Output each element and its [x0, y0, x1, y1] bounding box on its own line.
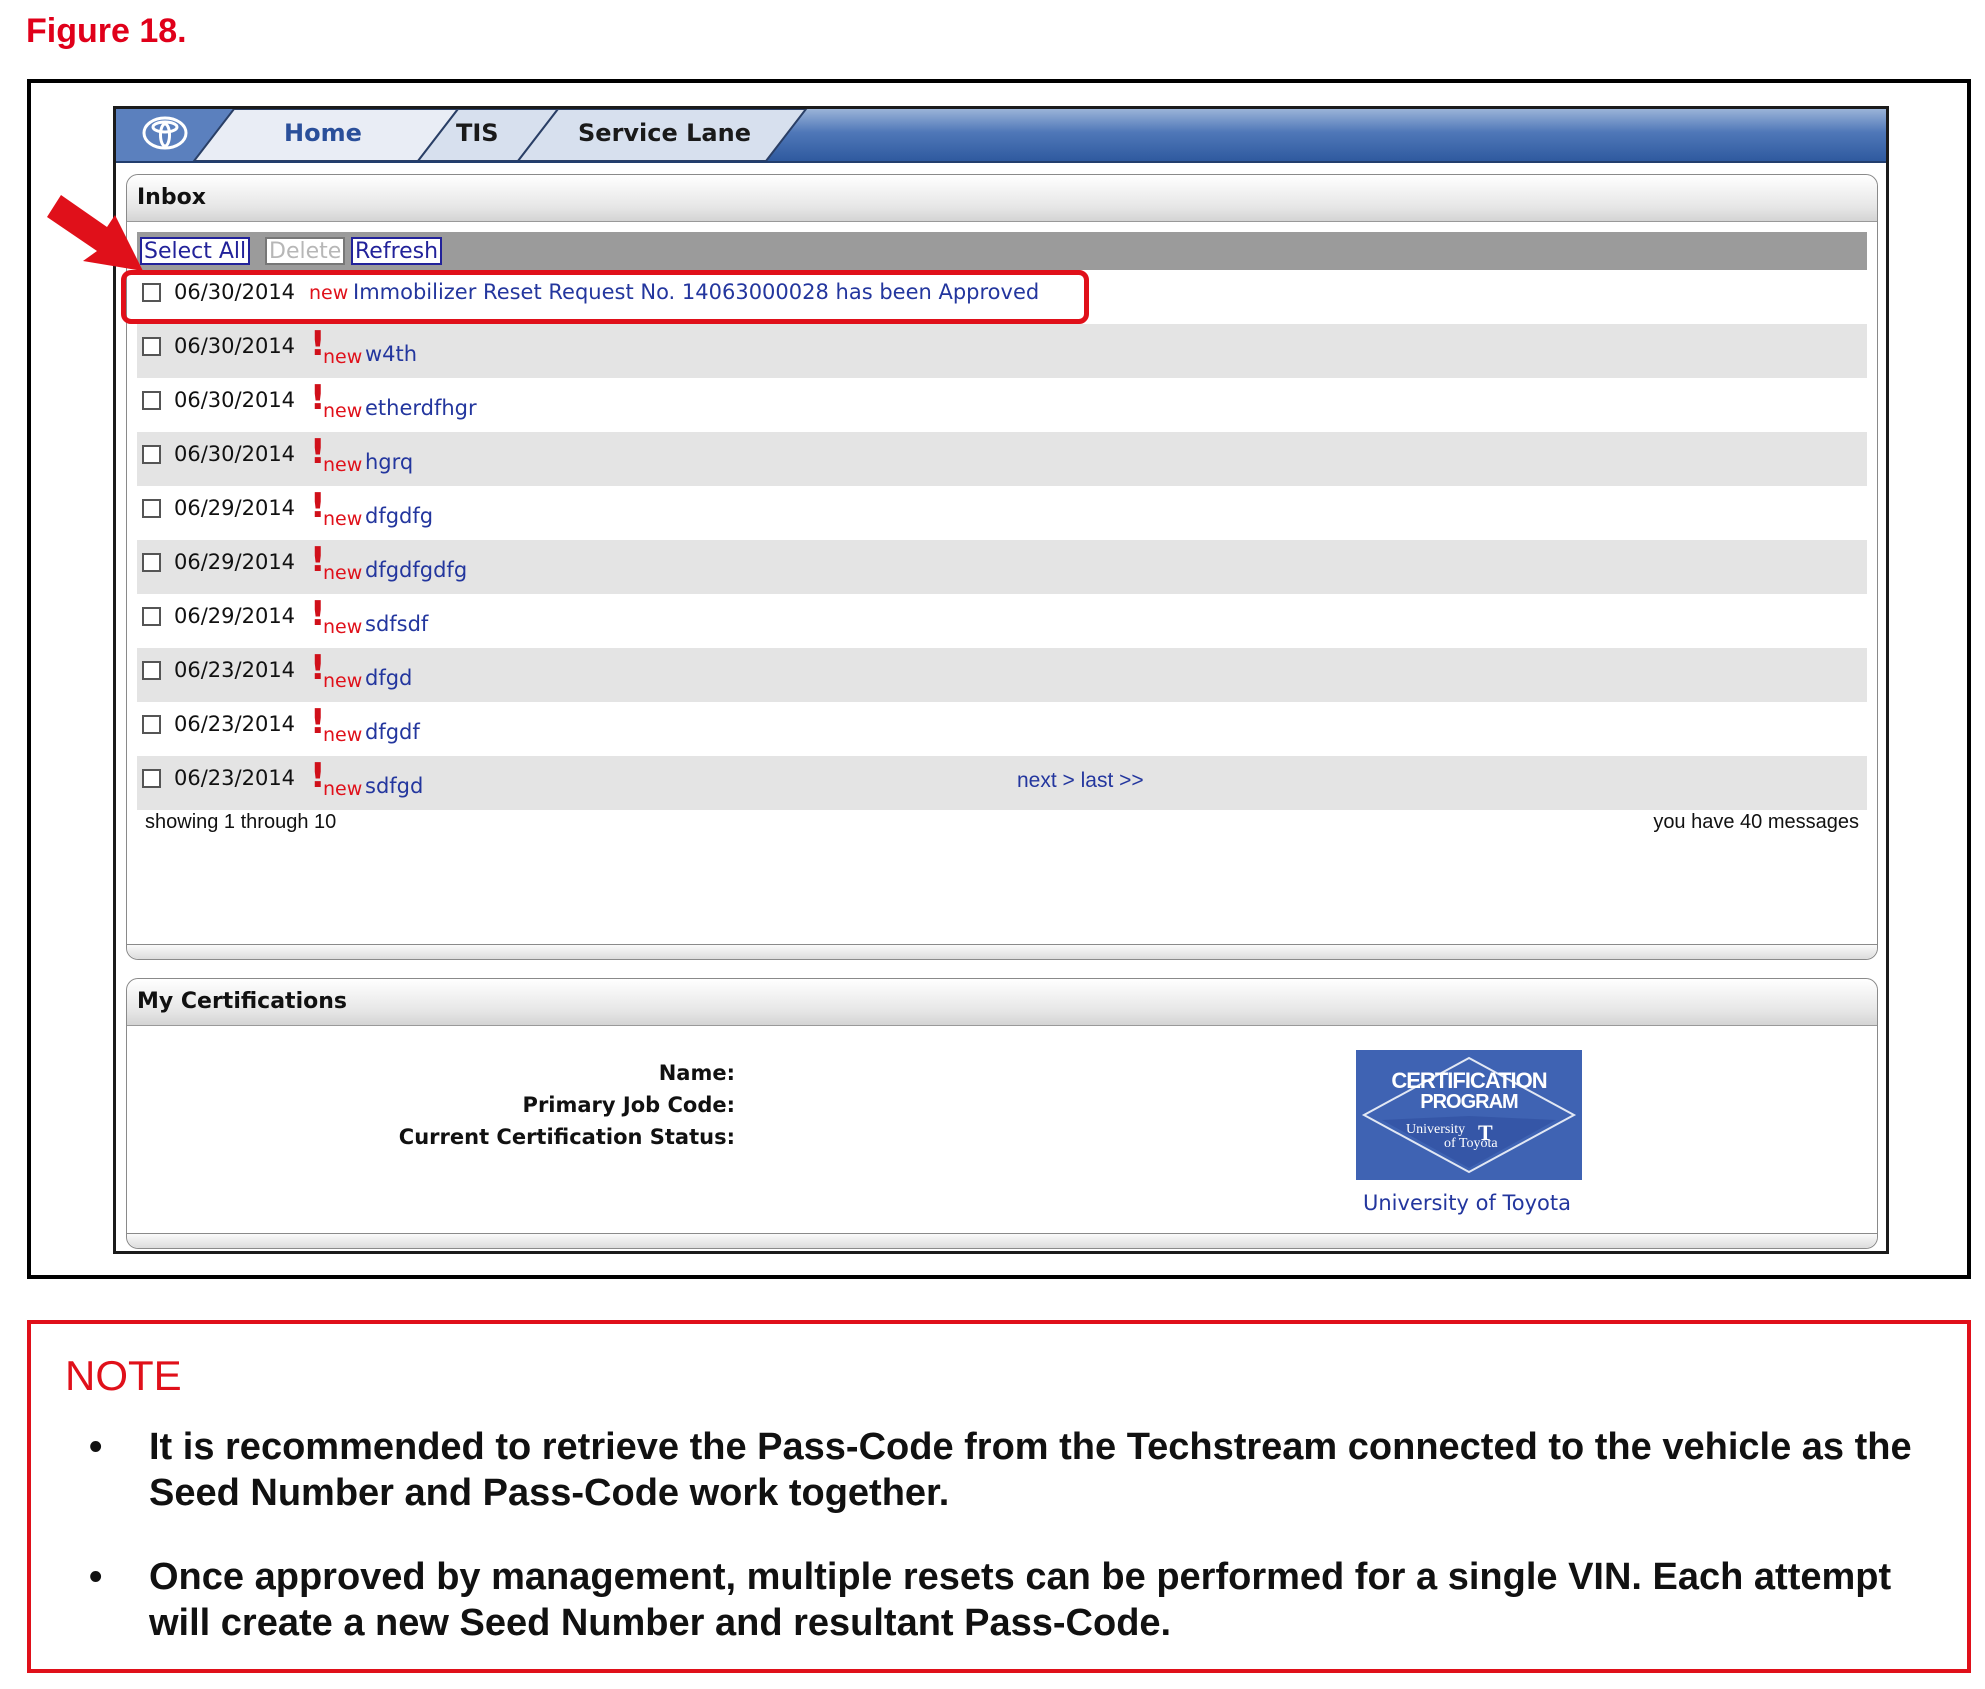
message-date: 06/30/2014 — [174, 388, 296, 412]
message-subject-link[interactable]: dfgdfg — [365, 504, 433, 528]
message-checkbox[interactable] — [142, 661, 161, 680]
inbox-panel-footer — [127, 944, 1877, 959]
new-badge: new — [323, 670, 363, 692]
nav-tab-shapes — [116, 109, 808, 161]
note-item: • Once approved by management, multiple … — [89, 1554, 1949, 1646]
note-box: NOTE • It is recommended to retrieve the… — [27, 1320, 1971, 1673]
message-checkbox[interactable] — [142, 769, 161, 788]
new-badge: new — [323, 454, 363, 476]
message-row[interactable]: 06/29/2014 ! new dfgdfgdfg — [137, 540, 1867, 594]
note-title: NOTE — [65, 1352, 182, 1399]
message-row[interactable]: 06/29/2014 ! new sdfsdf — [137, 594, 1867, 648]
new-badge: new — [323, 400, 363, 422]
message-checkbox[interactable] — [142, 499, 161, 518]
message-row[interactable]: 06/30/2014 ! new etherdfhgr — [137, 378, 1867, 432]
logo-program-text: PROGRAM — [1420, 1091, 1518, 1113]
message-row[interactable]: 06/30/2014 ! new w4th — [137, 324, 1867, 378]
message-date: 06/23/2014 — [174, 766, 296, 790]
message-row[interactable]: 06/23/2014 ! new dfgdf — [137, 702, 1867, 756]
new-badge: new — [323, 346, 363, 368]
message-checkbox[interactable] — [142, 391, 161, 410]
logo-of-toyota-text: of Toyota — [1444, 1136, 1498, 1151]
message-checkbox[interactable] — [142, 445, 161, 464]
app-window: Home TIS Service Lane Inbox Select All D… — [113, 106, 1889, 1254]
message-subject-link[interactable]: dfgdfgdfg — [365, 558, 467, 582]
new-badge: new — [323, 508, 363, 530]
university-of-toyota-link[interactable]: University of Toyota — [1363, 1191, 1571, 1215]
message-date: 06/29/2014 — [174, 550, 296, 574]
inbox-toolbar: Select All Delete Refresh — [137, 232, 1867, 270]
message-subject-link[interactable]: w4th — [365, 342, 417, 366]
logo-certification-text: CERTIFICATION — [1391, 1068, 1547, 1093]
message-subject-link[interactable]: dfgd — [365, 666, 412, 690]
message-checkbox[interactable] — [142, 607, 161, 626]
message-row[interactable]: 06/23/2014 ! new sdfgd — [137, 756, 1867, 810]
bullet-icon: • — [89, 1426, 103, 1468]
message-date: 06/23/2014 — [174, 712, 296, 736]
message-subject-link[interactable]: etherdfhgr — [365, 396, 477, 420]
highlight-box — [121, 270, 1089, 324]
message-count: you have 40 messages — [1653, 811, 1859, 833]
certifications-panel: My Certifications Name: Primary Job Code… — [126, 978, 1878, 1249]
screenshot-frame: Home TIS Service Lane Inbox Select All D… — [27, 79, 1971, 1279]
message-checkbox[interactable] — [142, 553, 161, 572]
message-date: 06/29/2014 — [174, 604, 296, 628]
toyota-logo-icon[interactable] — [142, 115, 188, 151]
certifications-panel-footer — [127, 1233, 1877, 1248]
message-date: 06/30/2014 — [174, 334, 296, 358]
message-row[interactable]: 06/30/2014 ! new hgrq — [137, 432, 1867, 486]
tab-service-lane[interactable]: Service Lane — [578, 119, 751, 147]
top-nav: Home TIS Service Lane — [116, 109, 1886, 163]
new-badge: new — [323, 616, 363, 638]
message-checkbox[interactable] — [142, 715, 161, 734]
red-arrow-icon — [47, 195, 143, 271]
new-badge: new — [323, 562, 363, 584]
message-subject-link[interactable]: sdfsdf — [365, 612, 428, 636]
message-checkbox[interactable] — [142, 337, 161, 356]
tab-tis[interactable]: TIS — [456, 119, 499, 147]
certifications-title: My Certifications — [127, 979, 1877, 1026]
new-badge: new — [323, 778, 363, 800]
note-item: • It is recommended to retrieve the Pass… — [89, 1424, 1949, 1516]
new-badge: new — [323, 724, 363, 746]
message-subject-link[interactable]: dfgdf — [365, 720, 420, 744]
job-code-label: Primary Job Code: — [522, 1093, 735, 1117]
delete-button[interactable]: Delete — [265, 237, 346, 265]
certification-status-label: Current Certification Status: — [398, 1125, 735, 1149]
figure-label: Figure 18. — [26, 12, 187, 50]
certification-program-logo[interactable]: CERTIFICATION PROGRAM University T of To… — [1356, 1050, 1582, 1180]
showing-range: showing 1 through 10 — [145, 811, 337, 833]
inbox-panel: Inbox Select All Delete Refresh 06/30/20… — [121, 174, 1878, 960]
refresh-button[interactable]: Refresh — [351, 237, 443, 265]
pager-links[interactable]: next > last >> — [1017, 769, 1144, 793]
message-date: 06/23/2014 — [174, 658, 296, 682]
name-label: Name: — [658, 1061, 735, 1085]
message-row[interactable]: 06/29/2014 ! new dfgdfg — [137, 486, 1867, 540]
note-item-text: Once approved by management, multiple re… — [149, 1556, 1892, 1644]
note-item-text: It is recommended to retrieve the Pass-C… — [149, 1426, 1912, 1514]
message-subject-link[interactable]: hgrq — [365, 450, 413, 474]
inbox-title: Inbox — [127, 175, 1877, 222]
message-row[interactable]: 06/23/2014 ! new dfgd — [137, 648, 1867, 702]
bullet-icon: • — [89, 1556, 103, 1598]
tab-home[interactable]: Home — [284, 119, 362, 147]
message-date: 06/29/2014 — [174, 496, 296, 520]
message-date: 06/30/2014 — [174, 442, 296, 466]
message-subject-link[interactable]: sdfgd — [365, 774, 423, 798]
